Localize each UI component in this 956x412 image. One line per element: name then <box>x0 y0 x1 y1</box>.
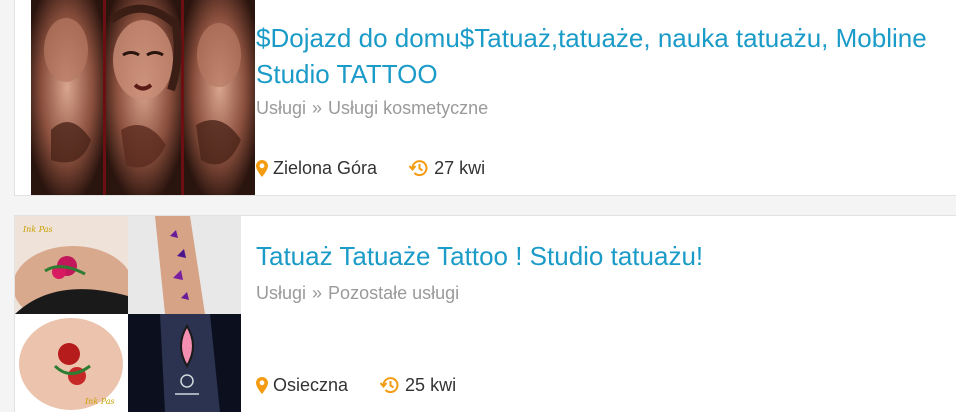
map-pin-icon <box>256 376 268 394</box>
listing-meta: Osieczna 25 kwi <box>256 374 456 396</box>
map-pin-icon <box>256 159 268 177</box>
listing-title[interactable]: Tatuaż Tatuaże Tattoo ! Studio tatuażu! <box>256 238 946 274</box>
listing-date: 25 kwi <box>405 375 457 395</box>
listing-card[interactable]: Ink Pas Ink Pas Tatuaż Tatuaże Tattoo ! … <box>14 215 956 412</box>
watermark: Ink Pas <box>22 225 53 234</box>
listing-meta: Zielona Góra 27 kwi <box>256 157 485 179</box>
category-parent[interactable]: Usługi <box>256 98 306 118</box>
tattoo-collage-image: Ink Pas Ink Pas <box>15 216 241 412</box>
listing-location: Osieczna <box>273 375 349 395</box>
listing-date: 27 kwi <box>434 158 486 178</box>
listing-title[interactable]: $Dojazd do domu$Tatuaż,tatuaże, nauka ta… <box>256 20 946 92</box>
listing-thumbnail[interactable] <box>31 0 255 195</box>
listing-category-breadcrumb: Usługi » Usługi kosmetyczne <box>256 97 488 119</box>
listing-category-breadcrumb: Usługi » Pozostałe usługi <box>256 282 459 304</box>
category-parent[interactable]: Usługi <box>256 283 306 303</box>
breadcrumb-separator: » <box>312 98 323 118</box>
listing-thumbnail[interactable]: Ink Pas Ink Pas <box>15 216 241 412</box>
history-clock-icon <box>409 159 429 177</box>
listing-location: Zielona Góra <box>273 158 378 178</box>
listing-card[interactable]: $Dojazd do domu$Tatuaż,tatuaże, nauka ta… <box>14 0 956 196</box>
history-clock-icon <box>380 376 400 394</box>
watermark: Ink Pas <box>84 397 115 406</box>
category-child[interactable]: Pozostałe usługi <box>328 283 459 303</box>
category-child[interactable]: Usługi kosmetyczne <box>328 98 488 118</box>
breadcrumb-separator: » <box>312 283 323 303</box>
tattoo-sleeve-image <box>31 0 255 195</box>
